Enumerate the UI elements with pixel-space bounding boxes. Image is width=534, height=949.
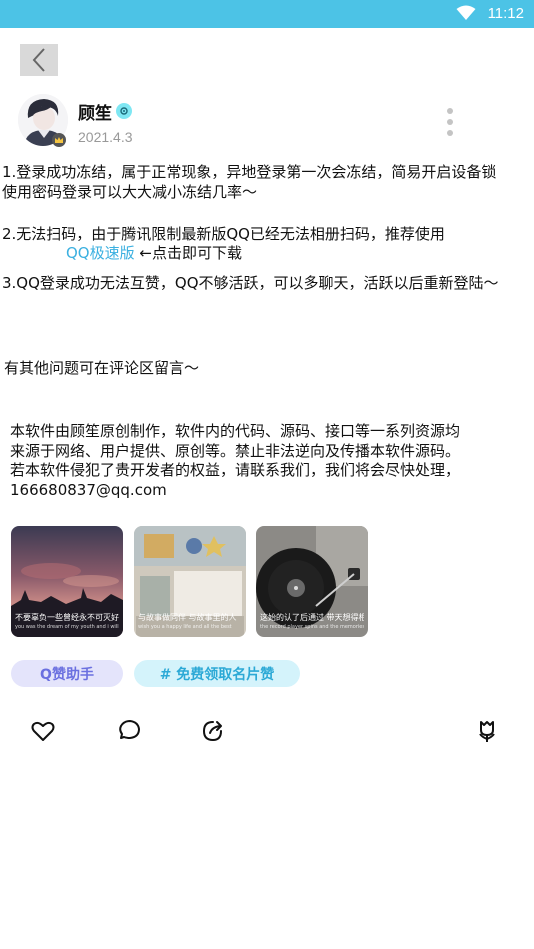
verified-icon — [116, 103, 132, 119]
tag-q-zan-helper[interactable]: Q赞助手 — [11, 660, 123, 687]
post-paragraph-5-line-3: 若本软件侵犯了贵开发者的权益，请联系我们，我们将会尽快处理， — [10, 461, 461, 479]
status-time: 11:12 — [487, 5, 524, 22]
post-paragraph-3: 3.QQ登录成功无法互赞，QQ不够活跃，可以多聊天，活跃以后重新登陆～ — [2, 274, 499, 292]
share-icon[interactable] — [200, 718, 226, 744]
post-image-3[interactable]: 这始的认了后通过 带天想得相同而命运同的路 the record player … — [256, 526, 368, 637]
post-paragraph-4: 有其他问题可在评论区留言～ — [4, 359, 200, 377]
post-paragraph-1-line-2: 使用密码登录可以大大减小冻结几率～ — [2, 183, 258, 201]
download-hint: ←点击即可下载 — [134, 244, 242, 262]
post-date: 2021.4.3 — [78, 129, 133, 145]
post-image-1-subcaption: you was the dream of my youth and i will… — [15, 624, 119, 630]
more-options-icon[interactable] — [444, 108, 456, 136]
comment-icon[interactable] — [116, 718, 142, 744]
author-name[interactable]: 顾笙 — [78, 99, 112, 124]
crown-icon — [52, 133, 66, 147]
post-contact-email: 166680837@qq.com — [10, 481, 167, 499]
tag-free-card-likes[interactable]: # 免费领取名片赞 — [134, 660, 300, 687]
heart-icon[interactable] — [30, 718, 56, 744]
post-image-3-subcaption: the record player spins and the memories… — [260, 624, 364, 630]
status-bar: 11:12 — [0, 0, 534, 28]
post-paragraph-2-line-2: QQ极速版 ←点击即可下载 — [66, 243, 242, 264]
post-paragraph-1-line-1: 1.登录成功冻结，属于正常现象，异地登录第一次会冻结，简易开启设备锁 — [2, 163, 497, 181]
chevron-left-icon — [32, 48, 45, 72]
post-paragraph-5-line-1: 本软件由顾笙原创制作，软件内的代码、源码、接口等一系列资源均 — [10, 422, 461, 440]
wifi-icon — [456, 5, 476, 20]
post-image-3-caption: 这始的认了后通过 带天想得相同而命运同的路 — [260, 613, 364, 622]
post-image-1-caption: 不要辜负一些曾经永不可灭好往惟人 — [15, 613, 119, 622]
back-button[interactable] — [20, 44, 58, 76]
qq-lite-download-link[interactable]: QQ极速版 — [66, 244, 135, 262]
post-image-2-caption: 与故事做同伴 与故事里的人 — [138, 613, 237, 622]
post-image-2-subcaption: wish you a happy life and all the best — [138, 624, 232, 630]
post-image-2[interactable]: 与故事做同伴 与故事里的人 wish you a happy life and … — [134, 526, 246, 637]
post-paragraph-5-line-2: 来源于网络、用户提供、原创等。禁止非法逆向及传播本软件源码。 — [10, 442, 461, 460]
flower-icon[interactable] — [474, 718, 500, 744]
post-paragraph-2-line-1: 2.无法扫码，由于腾讯限制最新版QQ已经无法相册扫码，推荐使用 — [2, 225, 445, 243]
post-image-1[interactable]: 不要辜负一些曾经永不可灭好往惟人 you was the dream of my… — [11, 526, 123, 637]
